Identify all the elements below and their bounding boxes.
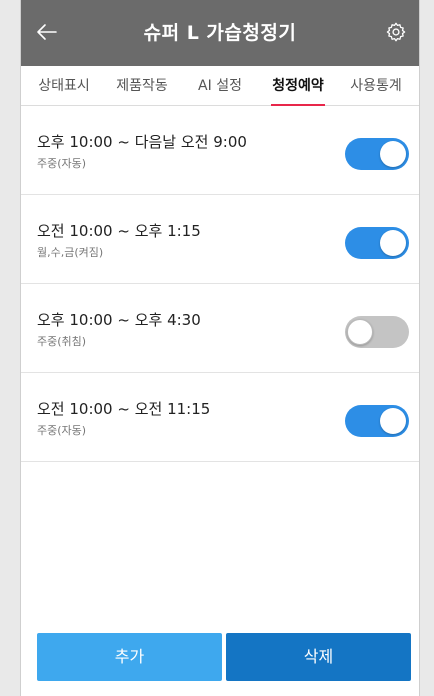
- schedule-detail: 주중(자동): [37, 424, 87, 437]
- app-screen: 슈퍼 L 가습청정기 상태표시 제품작동 AI 설정 청정예약 사용통계 오후 …: [20, 0, 420, 696]
- delete-button[interactable]: 삭제: [226, 633, 411, 681]
- list-item[interactable]: 오후 10:00 ~ 다음날 오전 9:00 주중(자동): [21, 106, 419, 195]
- schedule-toggle[interactable]: [345, 316, 409, 348]
- tab-statistics[interactable]: 사용통계: [337, 66, 415, 106]
- page-title: 슈퍼 L 가습청정기: [143, 22, 297, 44]
- list-item[interactable]: 오전 10:00 ~ 오전 11:15 주중(자동): [21, 373, 419, 462]
- schedule-time: 오전 10:00 ~ 오후 1:15: [37, 222, 201, 240]
- toggle-knob: [380, 230, 406, 256]
- action-bar: 추가 삭제: [37, 633, 411, 681]
- schedule-list: 오후 10:00 ~ 다음날 오전 9:00 주중(자동) 오전 10:00 ~…: [21, 106, 419, 462]
- add-button[interactable]: 추가: [37, 633, 222, 681]
- schedule-detail: 주중(자동): [37, 157, 87, 170]
- tab-ai-settings[interactable]: AI 설정: [181, 66, 259, 106]
- schedule-toggle[interactable]: [345, 405, 409, 437]
- schedule-toggle[interactable]: [345, 227, 409, 259]
- schedule-time: 오후 10:00 ~ 다음날 오전 9:00: [37, 133, 247, 151]
- schedule-time: 오전 10:00 ~ 오전 11:15: [37, 400, 211, 418]
- toggle-knob: [380, 408, 406, 434]
- tab-status[interactable]: 상태표시: [25, 66, 103, 106]
- schedule-toggle[interactable]: [345, 138, 409, 170]
- app-bar: 슈퍼 L 가습청정기: [21, 0, 419, 66]
- toggle-knob: [380, 141, 406, 167]
- schedule-time: 오후 10:00 ~ 오후 4:30: [37, 311, 201, 329]
- schedule-detail: 월,수,금(켜짐): [37, 246, 104, 259]
- tab-bar: 상태표시 제품작동 AI 설정 청정예약 사용통계: [21, 66, 419, 106]
- tab-operation[interactable]: 제품작동: [103, 66, 181, 106]
- toggle-knob: [347, 319, 373, 345]
- list-item[interactable]: 오전 10:00 ~ 오후 1:15 월,수,금(켜짐): [21, 195, 419, 284]
- gear-icon[interactable]: [385, 21, 407, 43]
- list-item[interactable]: 오후 10:00 ~ 오후 4:30 주중(취침): [21, 284, 419, 373]
- schedule-detail: 주중(취침): [37, 335, 87, 348]
- tab-schedule[interactable]: 청정예약: [259, 66, 337, 106]
